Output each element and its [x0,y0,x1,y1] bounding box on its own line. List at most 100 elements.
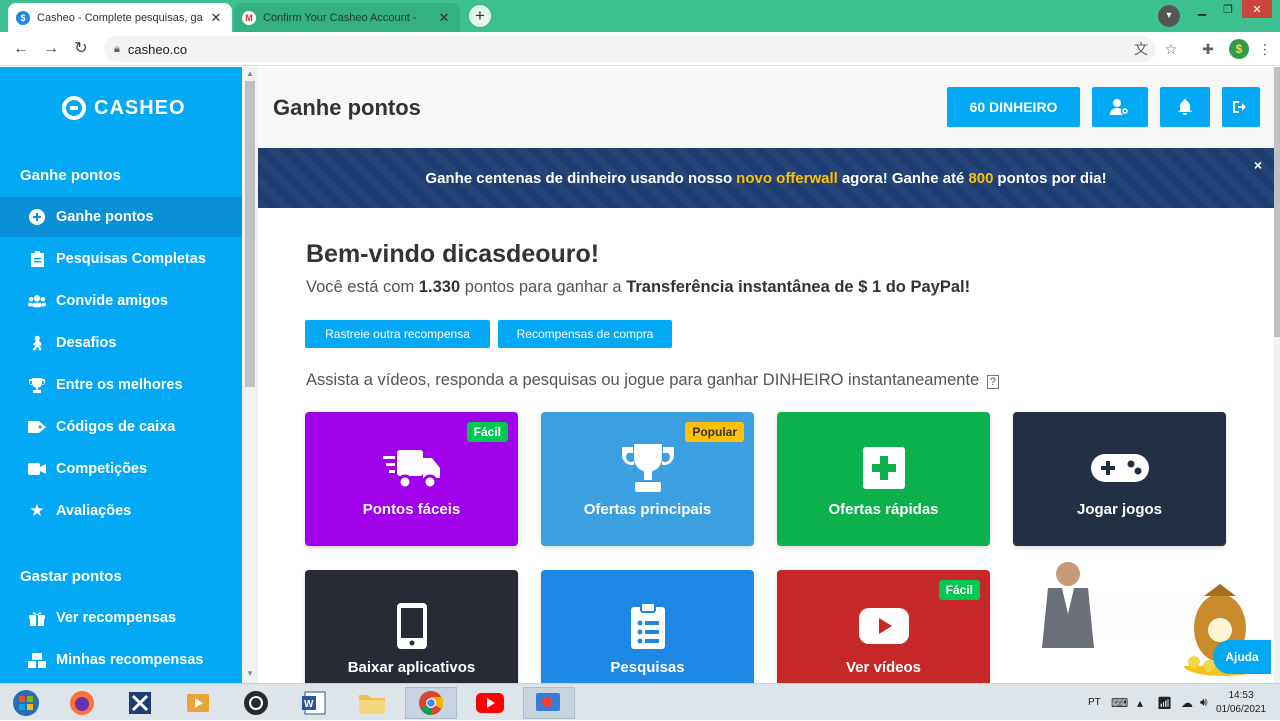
firefox-icon [70,691,94,715]
account-settings-button[interactable] [1092,87,1148,127]
mobile-icon [396,599,427,653]
recorder-taskbar-button[interactable] [523,687,575,719]
obs-taskbar-button[interactable] [230,687,282,719]
start-button[interactable] [0,687,52,719]
cloud-icon[interactable]: ☁ [1181,684,1193,721]
instructions-text: Assista a vídeos, responda a pesquisas o… [306,371,980,389]
scroll-up-arrow-icon[interactable]: ▲ [242,69,258,78]
video-editor-icon [129,692,151,714]
volume-icon[interactable]: 🔊︎ [1200,684,1208,721]
trophy-icon [28,376,46,394]
balance-button[interactable]: 60 DINHEIRO [947,87,1080,127]
tile-ver-videos[interactable]: Fácil Ver vídeos [777,570,990,683]
keyboard-icon[interactable]: ⌨ [1111,684,1128,721]
window-close-icon[interactable]: ✕ [1242,0,1272,18]
tile-label: Pesquisas [610,658,685,676]
tile-label: Baixar aplicativos [347,658,476,676]
folder-icon [359,695,385,714]
sidebar-item-label: Entre os melhores [56,377,183,393]
gmail-favicon-icon: M [242,10,256,25]
page-scrollbar[interactable] [1274,67,1280,683]
word-icon: W [302,691,326,715]
bookmark-star-icon[interactable]: ☆ [1162,40,1180,58]
points-value: 1.330 [418,278,461,296]
browser-tab-casheo[interactable]: $ Casheo - Complete pesquisas, ga ✕ [8,3,232,32]
notifications-button[interactable] [1160,87,1210,127]
scroll-down-arrow-icon[interactable]: ▼ [242,669,258,678]
sidebar-item-entre-os-melhores[interactable]: Entre os melhores [0,365,242,405]
logout-button[interactable] [1222,87,1260,127]
sidebar-section-earn: Ganhe pontos [20,167,121,184]
language-indicator[interactable]: PT [1088,684,1101,721]
sidebar-item-avaliacoes[interactable]: ★ Avaliações [0,491,242,531]
offerwall-banner[interactable]: Ganhe centenas de dinheiro usando nosso … [258,148,1274,208]
forward-arrow-icon[interactable]: → [40,38,62,60]
earn-instructions: Assista a vídeos, responda a pesquisas o… [306,371,999,390]
banner-close-icon[interactable]: × [1254,157,1262,173]
tile-label: Ver vídeos [845,658,922,676]
sidebar-item-label: Desafios [56,335,117,351]
sidebar-item-minhas-recompensas[interactable]: Minhas recompensas [0,640,242,680]
url-text: casheo.co [127,41,188,57]
sidebar-item-codigos-de-caixa[interactable]: Códigos de caixa [0,407,242,447]
easy-badge: Fácil [466,422,508,442]
banner-highlight: novo offerwall [736,169,838,187]
back-arrow-icon[interactable]: ← [10,38,32,60]
chrome-taskbar-button[interactable] [405,687,457,719]
tray-expand-icon[interactable]: ▴ [1137,684,1143,721]
summary-text: pontos para ganhar a [464,278,622,296]
new-tab-button[interactable]: + [469,5,491,27]
banner-text: Ganhe centenas de dinheiro usando nosso [425,169,733,187]
casheo-logo[interactable]: CASHEO [62,96,186,120]
easy-badge: Fácil [938,580,980,600]
help-button[interactable]: Ajuda [1213,640,1271,674]
reload-icon[interactable]: ↻ [70,38,92,60]
tile-ofertas-principais[interactable]: Popular Ofertas principais [541,412,754,546]
word-taskbar-button[interactable]: W [288,687,340,719]
explorer-taskbar-button[interactable] [346,687,398,719]
sidebar-item-desafios[interactable]: 🚶︎ Desafios [0,323,242,363]
sidebar-item-pesquisas-completas[interactable]: Pesquisas Completas [0,239,242,279]
banner-text: pontos por dia! [997,169,1107,187]
track-reward-button[interactable]: Rastreie outra recompensa [305,320,490,348]
close-tab-icon[interactable]: ✕ [436,10,452,26]
sidebar-item-ver-recompensas[interactable]: Ver recompensas [0,598,242,638]
sidebar: CASHEO Ganhe pontos Ganhe pontos Pesquis… [0,67,242,683]
sidebar-item-ganhe-pontos[interactable]: Ganhe pontos [0,197,242,237]
sidebar-scroll-thumb[interactable] [245,81,255,387]
media-player-taskbar-button[interactable] [172,687,224,719]
page-scroll-thumb[interactable] [1274,67,1280,337]
close-tab-icon[interactable]: ✕ [208,10,224,26]
sidebar-item-competicoes[interactable]: Competições [0,449,242,489]
browser-toolbar: ← → ↻ 🔒︎ casheo.co 文 ☆ ✚ $ ⋮ [0,32,1280,66]
tile-pontos-faceis[interactable]: Fácil Pontos fáceis [305,412,518,546]
tile-ofertas-rapidas[interactable]: Ofertas rápidas [777,412,990,546]
restore-icon[interactable]: ❐ [1216,0,1240,18]
network-signal-icon[interactable]: 📶︎ [1157,684,1172,721]
tab-title: Casheo - Complete pesquisas, ga [37,11,203,24]
tile-jogar-jogos[interactable]: Jogar jogos [1013,412,1226,546]
editor-taskbar-button[interactable] [114,687,166,719]
minimize-icon[interactable]: ▁ [1190,0,1214,18]
tile-baixar-aplicativos[interactable]: Baixar aplicativos [305,570,518,683]
video-icon [28,460,46,478]
extensions-puzzle-icon[interactable]: ✚ [1199,40,1217,58]
hiking-icon: 🚶︎ [28,334,46,351]
sidebar-scrollbar[interactable]: ▲ ▼ [242,67,258,683]
dollar-extension-icon[interactable]: $ [1229,39,1249,59]
sidebar-item-convide-amigos[interactable]: Convide amigos [0,281,242,321]
truck-fast-icon [382,441,441,495]
youtube-app-icon [476,693,504,713]
clock[interactable]: 14:53 01/06/2021 [1216,684,1266,721]
youtube-taskbar-button[interactable] [464,687,516,719]
users-icon [28,292,46,310]
address-bar[interactable]: 🔒︎ casheo.co [104,36,1156,62]
chrome-menu-icon[interactable]: ⋮ [1256,40,1274,58]
shop-rewards-button[interactable]: Recompensas de compra [498,320,672,348]
profile-menu-icon[interactable]: ▾ [1158,5,1180,27]
translate-icon[interactable]: 文 [1132,40,1150,58]
tile-pesquisas[interactable]: Pesquisas [541,570,754,683]
firefox-taskbar-button[interactable] [56,687,108,719]
casheo-logo-icon [62,96,86,120]
browser-tab-gmail[interactable]: M Confirm Your Casheo Account - ✕ [234,3,460,32]
